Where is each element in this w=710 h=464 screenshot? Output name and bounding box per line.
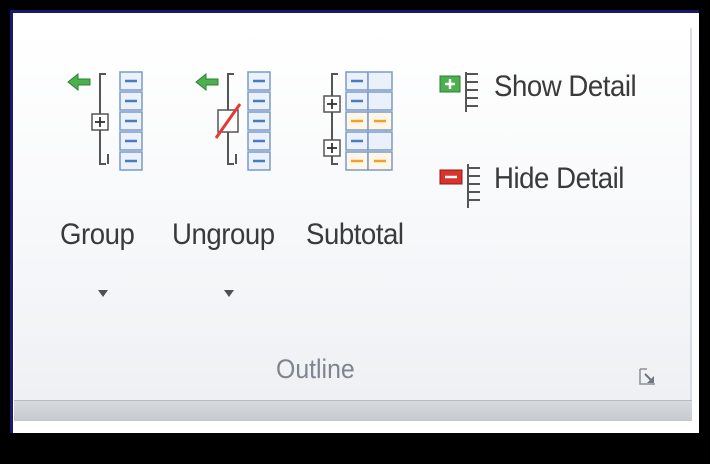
- show-detail-button[interactable]: Show Detail: [438, 66, 674, 122]
- subtotal-button[interactable]: Subtotal: [306, 60, 430, 270]
- subtotal-label: Subtotal: [306, 218, 404, 251]
- group-icon: [67, 71, 143, 171]
- group-button[interactable]: Group: [56, 60, 156, 310]
- group-dropdown-arrow-icon[interactable]: [98, 290, 108, 297]
- ungroup-label: Ungroup: [172, 218, 275, 251]
- show-detail-label: Show Detail: [494, 70, 637, 103]
- group-label: Group: [60, 218, 135, 251]
- ungroup-dropdown-arrow-icon[interactable]: [224, 290, 234, 297]
- hide-detail-label: Hide Detail: [494, 162, 624, 195]
- subtotal-icon: [323, 71, 393, 171]
- show-detail-icon: [439, 72, 478, 112]
- dialog-launcher-icon[interactable]: [637, 366, 659, 388]
- hide-detail-button[interactable]: Hide Detail: [438, 158, 674, 214]
- hide-detail-icon: [439, 164, 480, 208]
- ungroup-button[interactable]: Ungroup: [170, 60, 298, 310]
- ungroup-icon: [195, 71, 271, 171]
- ribbon-bottom-bar: [14, 400, 692, 421]
- group-title: Outline: [276, 354, 355, 384]
